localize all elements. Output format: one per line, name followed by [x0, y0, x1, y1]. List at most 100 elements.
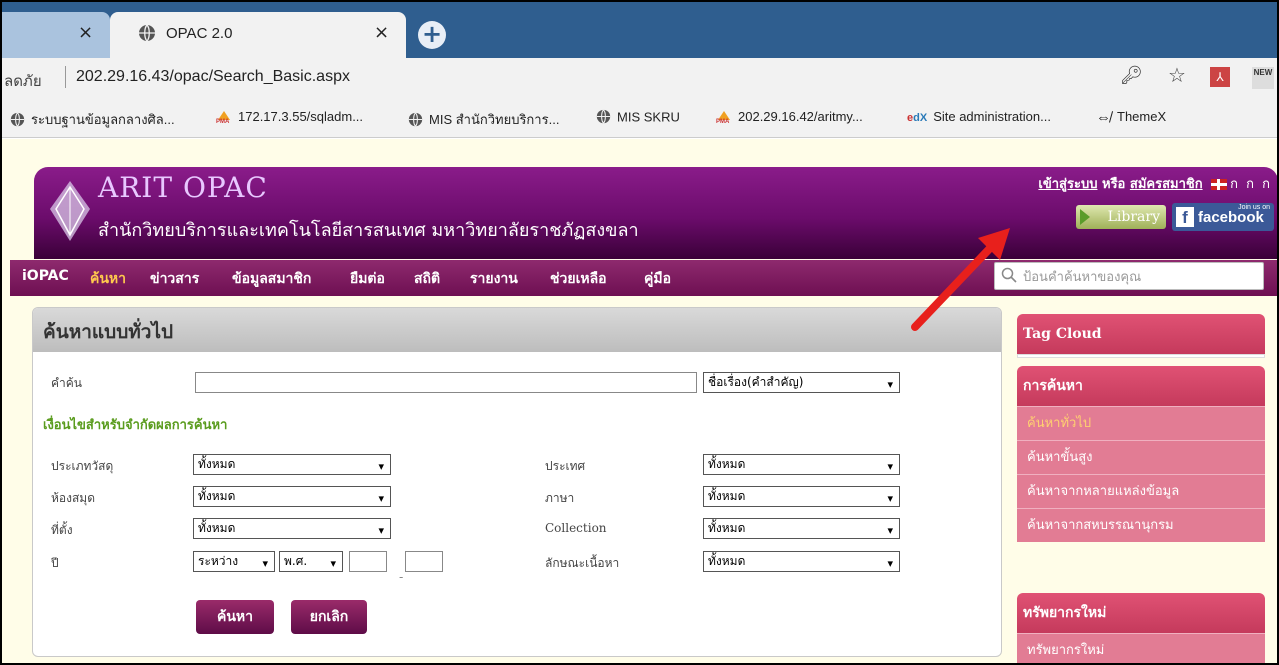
- material-type-value: ทั้งหมด: [198, 457, 236, 471]
- bookmark-item[interactable]: 172.17.3.55/sqladm...: [216, 109, 363, 125]
- site-banner: ARIT OPAC สำนักวิทยบริการและเทคโนโลยีสาร…: [34, 167, 1277, 259]
- content-type-value: ทั้งหมด: [708, 554, 746, 568]
- keyword-input[interactable]: [195, 372, 697, 393]
- new-resources-header: ทรัพยากรใหม่: [1017, 593, 1265, 633]
- address-divider: [65, 66, 66, 88]
- bookmarks-bar: ระบบฐานข้อมูลกลางศิล... 172.17.3.55/sqla…: [2, 98, 1277, 138]
- menu-statistics[interactable]: สถิติ: [414, 268, 440, 290]
- tab-title: OPAC 2.0: [166, 25, 233, 42]
- globe-icon: [138, 24, 156, 46]
- sidebar-item-union-catalog-search[interactable]: ค้นหาจากสหบรรณานุกรม: [1017, 508, 1265, 542]
- material-type-label: ประเภทวัสดุ: [51, 459, 114, 473]
- menu-manual[interactable]: คู่มือ: [644, 268, 671, 290]
- bookmark-item[interactable]: MIS สำนักวิทยบริการ...: [408, 109, 559, 130]
- bookmark-item[interactable]: edX Site administration...: [907, 109, 1051, 124]
- sidebar-item-multi-source-search[interactable]: ค้นหาจากหลายแหล่งข้อมูล: [1017, 474, 1265, 508]
- chevron-down-icon: ▾: [887, 524, 893, 537]
- location-select[interactable]: ทั้งหมด ▾: [193, 518, 391, 539]
- browser-tab-previous[interactable]: ×: [2, 12, 110, 58]
- sidebar-item-basic-search[interactable]: ค้นหาทั่วไป: [1017, 406, 1265, 440]
- login-links: เข้าสู่ระบบ หรือ สมัครสมาชิก ก ก ก: [1038, 173, 1272, 194]
- edx-icon: edX: [907, 111, 928, 124]
- country-select[interactable]: ทั้งหมด ▾: [703, 454, 900, 475]
- chevron-down-icon: ▾: [887, 460, 893, 473]
- language-label: ภาษา: [545, 491, 575, 505]
- site-security-label[interactable]: ลดภัย: [4, 69, 42, 93]
- globe-icon: [10, 112, 25, 130]
- bookmark-item[interactable]: 202.29.16.42/aritmy...: [716, 109, 863, 125]
- era-value: พ.ศ.: [284, 554, 308, 568]
- opac-page: ARIT OPAC สำนักวิทยบริการและเทคโนโลยีสาร…: [2, 139, 1277, 663]
- year-from-input[interactable]: [349, 551, 387, 572]
- chevron-down-icon: ▾: [887, 557, 893, 570]
- key-icon[interactable]: 🔑︎: [1120, 65, 1143, 86]
- location-value: ทั้งหมด: [198, 521, 236, 535]
- search-field-select[interactable]: ชื่อเรื่อง(คำสำคัญ) ▾: [703, 372, 900, 393]
- search-field-value: ชื่อเรื่อง(คำสำคัญ): [708, 375, 804, 389]
- organization-name: สำนักวิทยบริการและเทคโนโลยีสารสนเทศ มหาว…: [98, 220, 639, 241]
- library-button[interactable]: Library: [1076, 205, 1166, 229]
- url-field[interactable]: 202.29.16.43/opac/Search_Basic.aspx: [76, 68, 350, 86]
- arit-logo-icon: [48, 179, 92, 247]
- year-mode-select[interactable]: ระหว่าง ▾: [193, 551, 275, 572]
- collection-value: ทั้งหมด: [708, 521, 746, 535]
- browser-tab-active[interactable]: OPAC 2.0 ×: [110, 12, 406, 58]
- news-extension-icon[interactable]: NEW: [1252, 67, 1274, 89]
- login-link[interactable]: เข้าสู่ระบบ: [1038, 177, 1097, 192]
- basic-search-panel: ค้นหาแบบทั่วไป คำค้น ชื่อเรื่อง(คำสำคัญ)…: [32, 307, 1002, 657]
- right-sidebar: Tag Cloud การค้นหา ค้นหาทั่วไป ค้นหาขั้น…: [1017, 306, 1265, 663]
- bookmark-item[interactable]: ระบบฐานข้อมูลกลางศิล...: [10, 109, 175, 130]
- chevron-down-icon: ▾: [262, 557, 268, 570]
- menu-renew[interactable]: ยืมต่อ: [350, 268, 385, 290]
- bookmark-item[interactable]: ⇎ ThemeX: [1096, 109, 1166, 126]
- quick-search-input[interactable]: [1023, 267, 1259, 287]
- uk-flag-icon[interactable]: [1211, 179, 1228, 190]
- pdf-extension-icon[interactable]: ⅄: [1210, 67, 1230, 87]
- bookmark-label: 172.17.3.55/sqladm...: [238, 109, 364, 124]
- page-title: ค้นหาแบบทั่วไป: [43, 321, 174, 343]
- browser-tab-strip: × OPAC 2.0 × +: [2, 2, 1277, 58]
- phpmyadmin-icon: [716, 110, 732, 125]
- search-button[interactable]: ค้นหา: [196, 600, 274, 634]
- content-type-select[interactable]: ทั้งหมด ▾: [703, 551, 900, 572]
- menu-reports[interactable]: รายงาน: [470, 268, 518, 290]
- tag-cloud-block: Tag Cloud: [1017, 314, 1265, 358]
- menu-news[interactable]: ข่าวสาร: [150, 268, 199, 290]
- globe-icon: [596, 109, 611, 127]
- or-text: หรือ: [1102, 177, 1126, 192]
- themex-icon: ⇎: [1096, 109, 1111, 127]
- language-value: ทั้งหมด: [708, 489, 746, 503]
- collection-select[interactable]: ทั้งหมด ▾: [703, 518, 900, 539]
- register-link[interactable]: สมัครสมาชิก: [1130, 177, 1203, 192]
- site-brand: ARIT OPAC: [98, 171, 268, 204]
- facebook-button[interactable]: f Join us on facebook: [1172, 203, 1274, 231]
- keyword-label: คำค้น: [51, 376, 82, 390]
- material-type-select[interactable]: ทั้งหมด ▾: [193, 454, 391, 475]
- menu-member-info[interactable]: ข้อมูลสมาชิก: [232, 268, 311, 290]
- new-tab-button[interactable]: +: [418, 21, 446, 49]
- menu-help[interactable]: ช่วยเหลือ: [550, 268, 607, 290]
- bookmark-label: Site administration...: [933, 109, 1051, 124]
- menu-iopac[interactable]: iOPAC: [22, 268, 69, 284]
- language-select[interactable]: ทั้งหมด ▾: [703, 486, 900, 507]
- chevron-down-icon: ▾: [330, 557, 336, 570]
- bookmark-label: ThemeX: [1117, 109, 1167, 124]
- cancel-button[interactable]: ยกเลิก: [291, 600, 367, 634]
- sidebar-item-advanced-search[interactable]: ค้นหาขั้นสูง: [1017, 440, 1265, 474]
- library-select[interactable]: ทั้งหมด ▾: [193, 486, 391, 507]
- tab-close-button[interactable]: ×: [78, 22, 93, 43]
- menu-search[interactable]: ค้นหา: [90, 268, 126, 290]
- search-menu-header: การค้นหา: [1017, 366, 1265, 406]
- font-size-buttons[interactable]: ก ก ก: [1230, 173, 1272, 194]
- bookmark-item[interactable]: MIS SKRU: [596, 109, 680, 127]
- tab-close-button[interactable]: ×: [374, 22, 389, 43]
- year-to-input[interactable]: [405, 551, 443, 572]
- sidebar-item-new-resources[interactable]: ทรัพยากรใหม่: [1017, 633, 1265, 663]
- panel-header: ค้นหาแบบทั่วไป: [33, 308, 1001, 352]
- era-select[interactable]: พ.ศ. ▾: [279, 551, 343, 572]
- chevron-down-icon: ▾: [887, 378, 893, 391]
- bookmark-label: MIS SKRU: [617, 109, 680, 125]
- quick-search-box[interactable]: [994, 262, 1264, 290]
- screenshot-frame: × OPAC 2.0 × + ลดภัย 202.29.16.43/opac/S…: [0, 0, 1279, 665]
- star-icon[interactable]: ☆: [1168, 63, 1186, 87]
